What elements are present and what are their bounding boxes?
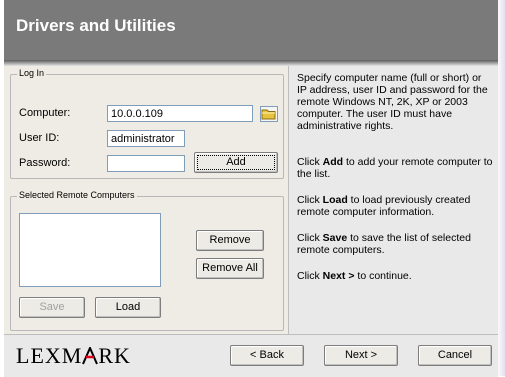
- folder-icon: [261, 109, 276, 120]
- password-input[interactable]: [107, 155, 185, 172]
- header-bar: Drivers and Utilities: [4, 0, 498, 60]
- back-button[interactable]: < Back: [230, 345, 304, 366]
- add-button[interactable]: Add: [194, 152, 278, 173]
- instructions-pane: Specify computer name (full or short) or…: [289, 66, 498, 334]
- footer-bar: LEXM RK < Back Next > Cancel: [4, 334, 498, 377]
- remove-all-button[interactable]: Remove All: [196, 258, 264, 279]
- computer-label: Computer:: [19, 107, 71, 119]
- cancel-button[interactable]: Cancel: [418, 345, 492, 366]
- dialog-content: Log In Computer: User ID: Password: Add …: [4, 66, 498, 334]
- instruction-add: Click Add to add your remote computer to…: [297, 156, 493, 180]
- browse-button[interactable]: [260, 106, 278, 122]
- logo-a-mark: [82, 345, 99, 365]
- load-button[interactable]: Load: [95, 297, 161, 318]
- logo-text-left: LEXM: [16, 343, 83, 368]
- selected-computers-legend: Selected Remote Computers: [17, 190, 137, 200]
- login-group: Log In Computer: User ID: Password: Add: [10, 68, 284, 179]
- userid-input[interactable]: [107, 130, 185, 147]
- window-edge: [498, 0, 505, 376]
- computer-input[interactable]: [107, 105, 253, 122]
- password-label: Password:: [19, 157, 71, 169]
- save-button[interactable]: Save: [19, 297, 85, 318]
- login-group-legend: Log In: [17, 68, 47, 78]
- lexmark-logo: LEXM RK: [16, 343, 131, 369]
- userid-label: User ID:: [19, 132, 60, 144]
- left-pane: Log In Computer: User ID: Password: Add …: [4, 66, 289, 334]
- instruction-save: Click Save to save the list of selected …: [297, 232, 471, 256]
- selected-computers-list[interactable]: [19, 213, 161, 287]
- page-title: Drivers and Utilities: [16, 16, 176, 35]
- next-button[interactable]: Next >: [324, 345, 398, 366]
- instruction-specify: Specify computer name (full or short) or…: [297, 72, 488, 132]
- instruction-next: Click Next > to continue.: [297, 270, 412, 282]
- selected-computers-group: Selected Remote Computers Remove Remove …: [10, 190, 284, 331]
- logo-text-right: RK: [98, 343, 131, 368]
- remove-button[interactable]: Remove: [196, 230, 264, 251]
- instruction-load: Click Load to load previously created re…: [297, 194, 471, 218]
